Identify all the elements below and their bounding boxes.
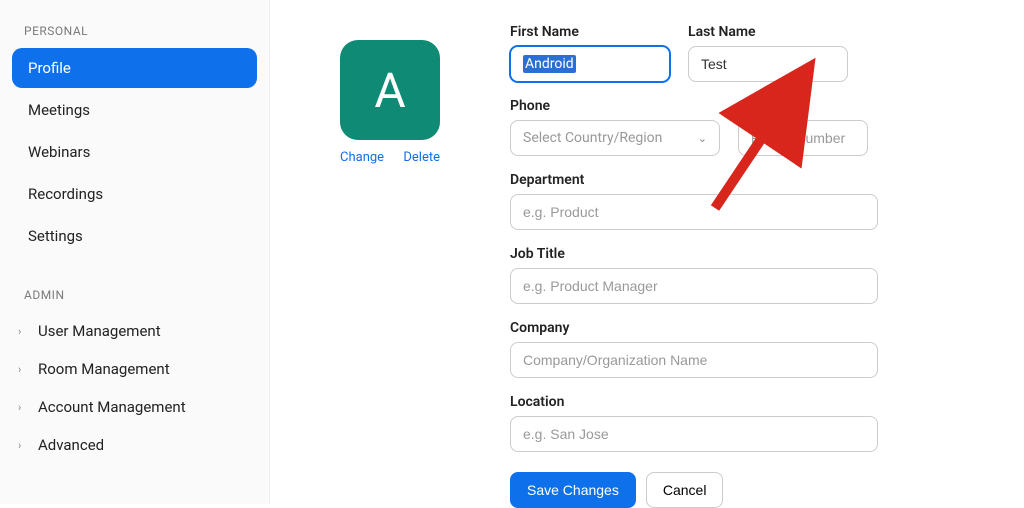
profile-form: First Name Android Last Name Phone Selec… — [510, 24, 984, 480]
personal-section-label: PERSONAL — [12, 20, 257, 48]
avatar-change-link[interactable]: Change — [340, 150, 384, 165]
sidebar-item-user-management[interactable]: › User Management — [12, 312, 257, 350]
phone-label: Phone — [510, 98, 984, 114]
sidebar-item-account-management[interactable]: › Account Management — [12, 388, 257, 426]
avatar: A — [340, 40, 440, 140]
chevron-right-icon: › — [18, 325, 30, 338]
sidebar-item-label: Settings — [28, 227, 83, 245]
sidebar-item-label: Webinars — [28, 143, 90, 161]
location-label: Location — [510, 394, 984, 410]
sidebar-item-label: Advanced — [38, 436, 104, 454]
sidebar-item-label: Meetings — [28, 101, 90, 119]
company-label: Company — [510, 320, 984, 336]
sidebar-item-label: Recordings — [28, 185, 103, 203]
first-name-label: First Name — [510, 24, 670, 40]
sidebar-item-advanced[interactable]: › Advanced — [12, 426, 257, 464]
phone-region-select[interactable]: Select Country/Region ⌄ — [510, 120, 720, 156]
chevron-right-icon: › — [18, 439, 30, 452]
sidebar-item-room-management[interactable]: › Room Management — [12, 350, 257, 388]
department-input[interactable] — [510, 194, 878, 230]
job-title-input[interactable] — [510, 268, 878, 304]
phone-region-placeholder: Select Country/Region — [523, 130, 662, 146]
sidebar-item-profile[interactable]: Profile — [12, 48, 257, 88]
last-name-label: Last Name — [688, 24, 848, 40]
phone-number-input[interactable] — [738, 120, 868, 156]
cancel-button[interactable]: Cancel — [646, 472, 724, 508]
sidebar-item-label: User Management — [38, 322, 161, 340]
sidebar-item-label: Account Management — [38, 398, 186, 416]
first-name-input[interactable]: Android — [510, 46, 670, 82]
avatar-column: A Change Delete — [330, 24, 450, 480]
sidebar-item-label: Profile — [28, 59, 71, 77]
location-input[interactable] — [510, 416, 878, 452]
department-label: Department — [510, 172, 984, 188]
avatar-delete-link[interactable]: Delete — [403, 150, 440, 165]
chevron-down-icon: ⌄ — [698, 132, 707, 145]
sidebar-item-recordings[interactable]: Recordings — [12, 174, 257, 214]
chevron-right-icon: › — [18, 363, 30, 376]
main-content: A Change Delete First Name Android Last … — [270, 0, 1024, 504]
sidebar: PERSONAL Profile Meetings Webinars Recor… — [0, 0, 270, 504]
avatar-letter: A — [374, 62, 405, 119]
last-name-input[interactable] — [688, 46, 848, 82]
sidebar-item-webinars[interactable]: Webinars — [12, 132, 257, 172]
company-input[interactable] — [510, 342, 878, 378]
chevron-right-icon: › — [18, 401, 30, 414]
job-title-label: Job Title — [510, 246, 984, 262]
save-changes-button[interactable]: Save Changes — [510, 472, 636, 508]
sidebar-item-label: Room Management — [38, 360, 170, 378]
admin-section-label: ADMIN — [12, 284, 257, 312]
sidebar-item-settings[interactable]: Settings — [12, 216, 257, 256]
first-name-value: Android — [523, 55, 576, 73]
sidebar-item-meetings[interactable]: Meetings — [12, 90, 257, 130]
